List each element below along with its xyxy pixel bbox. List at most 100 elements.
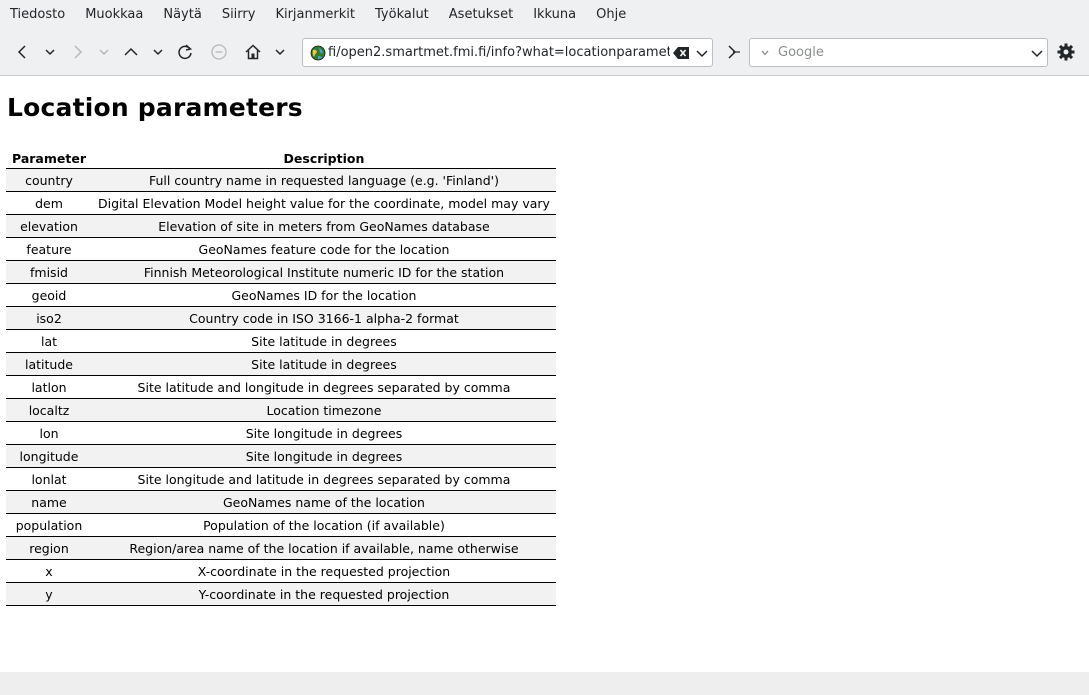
parameter-cell: elevation [6,214,92,238]
description-cell: GeoNames name of the location [91,490,556,514]
home-button[interactable] [240,39,266,65]
table-row: latitude Site latitude in degrees [6,352,556,376]
reload-icon [178,44,193,60]
parameter-cell: x [6,559,92,583]
description-cell: Site latitude in degrees [91,329,556,353]
description-cell: Site longitude and latitude in degrees s… [91,467,556,491]
back-history-icon [45,49,55,56]
table-row: lonlat Site longitude and latitude in deg… [6,467,556,491]
search-history-icon[interactable] [1029,45,1045,61]
globe-icon [310,45,326,61]
parameter-cell: latitude [6,352,92,376]
url-history-icon[interactable] [694,45,710,61]
stop-icon [211,44,227,60]
table-row: iso2 Country code in ISO 3166-1 alpha-2 f… [6,306,556,330]
parameter-cell: lon [6,421,92,445]
parameter-cell: dem [6,191,92,215]
table-row: country Full country name in requested la… [6,168,556,192]
table-row: y Y-coordinate in the requested projectio… [6,582,556,606]
back-history-button[interactable] [37,39,63,65]
parameter-cell: iso2 [6,306,92,330]
description-cell: Region/area name of the location if avai… [91,536,556,560]
settings-button[interactable] [1053,39,1079,65]
table-row: feature GeoNames feature code for the loc… [6,237,556,261]
up-history-button[interactable] [145,39,171,65]
description-cell: X-coordinate in the requested projection [91,559,556,583]
menu-settings[interactable]: Asetukset [439,0,523,30]
menu-go[interactable]: Siirry [212,0,266,30]
table-row: longitude Site longitude in degrees [6,444,556,468]
table-row: population Population of the location (if… [6,513,556,537]
parameter-cell: region [6,536,92,560]
forward-button[interactable] [64,39,90,65]
navigation-toolbar: fi/open2.smartmet.fmi.fi/info?what=locat… [0,30,1089,76]
menu-window[interactable]: Ikkuna [523,0,586,30]
table-row: name GeoNames name of the location [6,490,556,514]
table-row: fmisid Finnish Meteorological Institute n… [6,260,556,284]
menu-edit[interactable]: Muokkaa [75,0,153,30]
description-cell: Population of the location (if available… [91,513,556,537]
description-cell: Site longitude in degrees [91,421,556,445]
table-body: country Full country name in requested la… [6,168,556,606]
column-header-parameter: Parameter [6,148,92,169]
stop-button[interactable] [206,39,232,65]
column-header-description: Description [91,148,556,169]
clear-icon[interactable] [672,45,690,61]
home-history-icon [275,49,285,56]
parameter-cell: fmisid [6,260,92,284]
forward-history-button[interactable] [91,39,117,65]
description-cell: Site latitude and longitude in degrees s… [91,375,556,399]
table-row: lat Site latitude in degrees [6,329,556,353]
table-row: x X-coordinate in the requested projectio… [6,559,556,583]
back-icon [17,45,26,59]
parameter-cell: name [6,490,92,514]
description-cell: Site latitude in degrees [91,352,556,376]
reload-button[interactable] [172,39,198,65]
description-cell: GeoNames ID for the location [91,283,556,307]
url-bar[interactable]: fi/open2.smartmet.fmi.fi/info?what=locat… [302,38,713,67]
table-row: elevation Elevation of site in meters fro… [6,214,556,238]
menu-help[interactable]: Ohje [586,0,636,30]
menu-tools[interactable]: Työkalut [365,0,439,30]
parameter-cell: country [6,168,92,192]
menu-bar: Tiedosto Muokkaa Näytä Siirry Kirjanmerk… [0,0,1089,30]
parameter-cell: lonlat [6,467,92,491]
search-engine-icon[interactable] [760,48,770,58]
up-button[interactable] [118,39,144,65]
forward-icon [74,45,83,59]
table-row: latlon Site latitude and longitude in deg… [6,375,556,399]
go-button[interactable] [720,39,746,65]
parameter-cell: feature [6,237,92,261]
gear-icon [1057,43,1075,61]
search-bar[interactable]: Google [749,38,1048,67]
description-cell: Country code in ISO 3166-1 alpha-2 forma… [91,306,556,330]
description-cell: GeoNames feature code for the location [91,237,556,261]
table-row: localtz Location timezone [6,398,556,422]
table-header-row: Parameter Description [6,148,556,169]
parameter-cell: geoid [6,283,92,307]
back-button[interactable] [10,39,36,65]
description-cell: Finnish Meteorological Institute numeric… [91,260,556,284]
parameter-cell: y [6,582,92,606]
parameter-cell: lat [6,329,92,353]
description-cell: Y-coordinate in the requested projection [91,582,556,606]
search-input[interactable]: Google [778,39,824,66]
menu-bookmarks[interactable]: Kirjanmerkit [265,0,365,30]
parameters-table: Parameter Description country Full countr… [6,148,556,606]
url-text[interactable]: fi/open2.smartmet.fmi.fi/info?what=locat… [328,39,670,66]
parameter-cell: latlon [6,375,92,399]
description-cell: Location timezone [91,398,556,422]
page-content: Location parameters Parameter Descriptio… [0,76,1089,672]
description-cell: Site longitude in degrees [91,444,556,468]
up-history-icon [153,49,163,56]
parameter-cell: longitude [6,444,92,468]
description-cell: Full country name in requested language … [91,168,556,192]
table-row: geoid GeoNames ID for the location [6,283,556,307]
table-row: region Region/area name of the location i… [6,536,556,560]
table-row: lon Site longitude in degrees [6,421,556,445]
menu-view[interactable]: Näytä [153,0,211,30]
description-cell: Digital Elevation Model height value for… [91,191,556,215]
home-icon [245,44,261,60]
home-history-button[interactable] [267,39,293,65]
menu-file[interactable]: Tiedosto [0,0,75,30]
